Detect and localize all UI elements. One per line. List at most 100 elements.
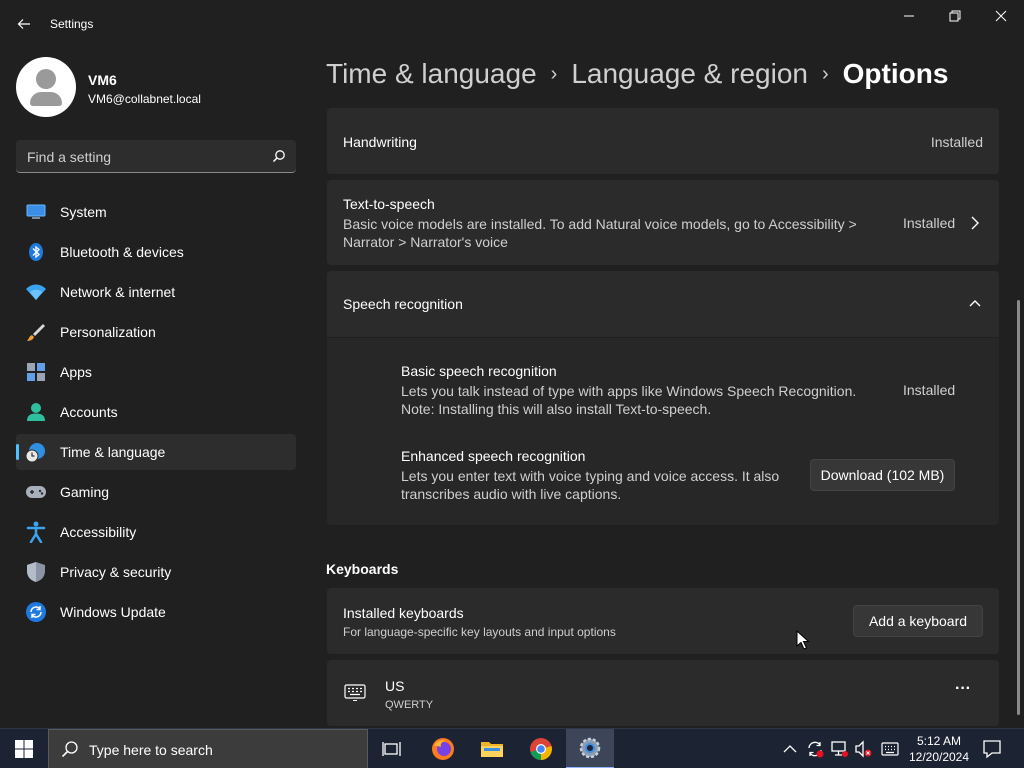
speech-recognition-header[interactable]: Speech recognition: [327, 271, 999, 337]
input-indicator-button[interactable]: [880, 739, 900, 759]
us-keyboard-card: US QWERTY ···: [327, 660, 999, 726]
task-view-icon: [382, 742, 401, 756]
sidebar-item-personalization[interactable]: Personalization: [16, 314, 296, 350]
sidebar-item-label: Bluetooth & devices: [60, 244, 184, 260]
sidebar-item-accessibility[interactable]: Accessibility: [16, 514, 296, 550]
speech-title: Speech recognition: [343, 296, 463, 312]
sidebar-item-network[interactable]: Network & internet: [16, 274, 296, 310]
chevron-right-icon: [971, 216, 979, 230]
back-button[interactable]: [10, 10, 38, 38]
minimize-button[interactable]: [886, 0, 932, 32]
sidebar-item-label: Accounts: [60, 404, 118, 420]
more-options-button[interactable]: ···: [947, 680, 979, 704]
page-title: Options: [842, 58, 949, 89]
sidebar-item-windows-update[interactable]: Windows Update: [16, 594, 296, 630]
volume-tray-button[interactable]: [853, 739, 873, 759]
chevron-up-icon: [969, 300, 981, 307]
enhanced-speech-desc-line1: Lets you enter text with voice typing an…: [401, 468, 780, 484]
enhanced-speech-title: Enhanced speech recognition: [401, 448, 586, 464]
notifications-button[interactable]: [980, 737, 1004, 761]
bluetooth-icon: [24, 240, 48, 264]
tts-description: Basic voice models are installed. To add…: [343, 215, 857, 251]
basic-speech-desc-line2: Note: Installing this will also install …: [401, 401, 712, 417]
basic-speech-desc-line1: Lets you talk instead of type with apps …: [401, 383, 857, 399]
folder-icon: [481, 742, 503, 757]
notification-icon: [983, 740, 1001, 759]
brush-icon: [24, 320, 48, 344]
basic-speech-title: Basic speech recognition: [401, 363, 557, 379]
tts-title: Text-to-speech: [343, 196, 435, 212]
installed-keyboards-card: Installed keyboards For language-specifi…: [327, 588, 999, 654]
taskbar-clock[interactable]: 5:12 AM 12/20/2024: [908, 733, 970, 765]
windows-logo-icon: [15, 740, 33, 758]
taskbar: Type here to search 5:12 AM 12/20/2024: [0, 728, 1024, 768]
search-icon: [61, 741, 78, 758]
add-keyboard-button[interactable]: Add a keyboard: [853, 605, 983, 637]
download-button[interactable]: Download (102 MB): [810, 459, 955, 491]
speech-recognition-body: Basic speech recognition Lets you talk i…: [327, 338, 999, 525]
avatar-body: [30, 92, 62, 106]
update-icon: [24, 600, 48, 624]
accounts-icon: [24, 400, 48, 424]
sidebar-item-apps[interactable]: Apps: [16, 354, 296, 390]
network-icon: [831, 741, 848, 757]
settings-taskbar-button[interactable]: [566, 729, 614, 768]
sidebar-item-system[interactable]: System: [16, 194, 296, 230]
us-keyboard-title: US: [385, 678, 405, 694]
tts-desc-line1: Basic voice models are installed. To add…: [343, 216, 857, 232]
keyboard-icon: [344, 684, 366, 701]
handwriting-title: Handwriting: [343, 134, 417, 150]
firefox-taskbar-button[interactable]: [419, 729, 467, 768]
scrollbar[interactable]: [1017, 300, 1020, 715]
taskbar-search-placeholder: Type here to search: [89, 742, 213, 758]
clock-date: 12/20/2024: [908, 750, 970, 764]
settings-gear-icon: [579, 737, 601, 759]
chrome-taskbar-button[interactable]: [517, 729, 565, 768]
installed-keyboards-desc: For language-specific key layouts and in…: [343, 625, 616, 639]
sidebar-item-label: Gaming: [60, 484, 110, 500]
sidebar-item-label: Accessibility: [60, 524, 137, 540]
apps-icon: [24, 360, 48, 384]
file-explorer-taskbar-button[interactable]: [468, 729, 516, 768]
basic-speech-status: Installed: [903, 382, 956, 398]
settings-search-input[interactable]: Find a setting: [16, 140, 296, 173]
installed-keyboards-title: Installed keyboards: [343, 605, 464, 621]
keyboard-icon: [881, 742, 899, 756]
mouse-cursor-icon: [796, 630, 810, 650]
task-view-button[interactable]: [368, 729, 416, 768]
user-profile[interactable]: VM6 VM6@collabnet.local: [16, 57, 286, 117]
breadcrumb-separator: ›: [821, 62, 829, 85]
sidebar-item-label: Personalization: [60, 324, 156, 340]
close-icon: [995, 10, 1007, 22]
tts-desc-line2: Narrator > Narrator's voice: [343, 234, 508, 250]
system-icon: [24, 200, 48, 224]
sidebar-item-label: Windows Update: [60, 604, 166, 620]
show-hidden-icons-button[interactable]: [780, 739, 800, 759]
breadcrumb-time-language[interactable]: Time & language: [326, 58, 537, 90]
volume-muted-icon: [855, 740, 872, 758]
text-to-speech-card[interactable]: Text-to-speech Basic voice models are in…: [327, 180, 999, 265]
clock-globe-icon: [24, 440, 48, 464]
sidebar-item-label: Time & language: [60, 444, 166, 460]
breadcrumb-language-region[interactable]: Language & region: [571, 58, 808, 90]
network-tray-button[interactable]: [829, 739, 849, 759]
start-button[interactable]: [0, 729, 48, 768]
sidebar-item-time-language[interactable]: Time & language: [16, 434, 296, 470]
enhanced-speech-desc-line2: transcribes audio with live captions.: [401, 486, 622, 502]
sidebar-item-gaming[interactable]: Gaming: [16, 474, 296, 510]
close-button[interactable]: [978, 0, 1024, 32]
sidebar-item-privacy[interactable]: Privacy & security: [16, 554, 296, 590]
firefox-icon: [432, 738, 454, 760]
sidebar-item-label: Network & internet: [60, 284, 176, 300]
breadcrumb: Time & language › Language & region › Op…: [326, 58, 948, 90]
sync-tray-button[interactable]: [805, 739, 825, 759]
sidebar-item-accounts[interactable]: Accounts: [16, 394, 296, 430]
handwriting-status: Installed: [930, 134, 983, 150]
sidebar-item-label: System: [60, 204, 107, 220]
restore-button[interactable]: [932, 0, 978, 32]
back-arrow-icon: [17, 19, 30, 29]
restore-icon: [949, 10, 961, 22]
taskbar-search-input[interactable]: Type here to search: [48, 729, 368, 768]
sidebar-item-bluetooth[interactable]: Bluetooth & devices: [16, 234, 296, 270]
sync-icon: [808, 741, 824, 758]
